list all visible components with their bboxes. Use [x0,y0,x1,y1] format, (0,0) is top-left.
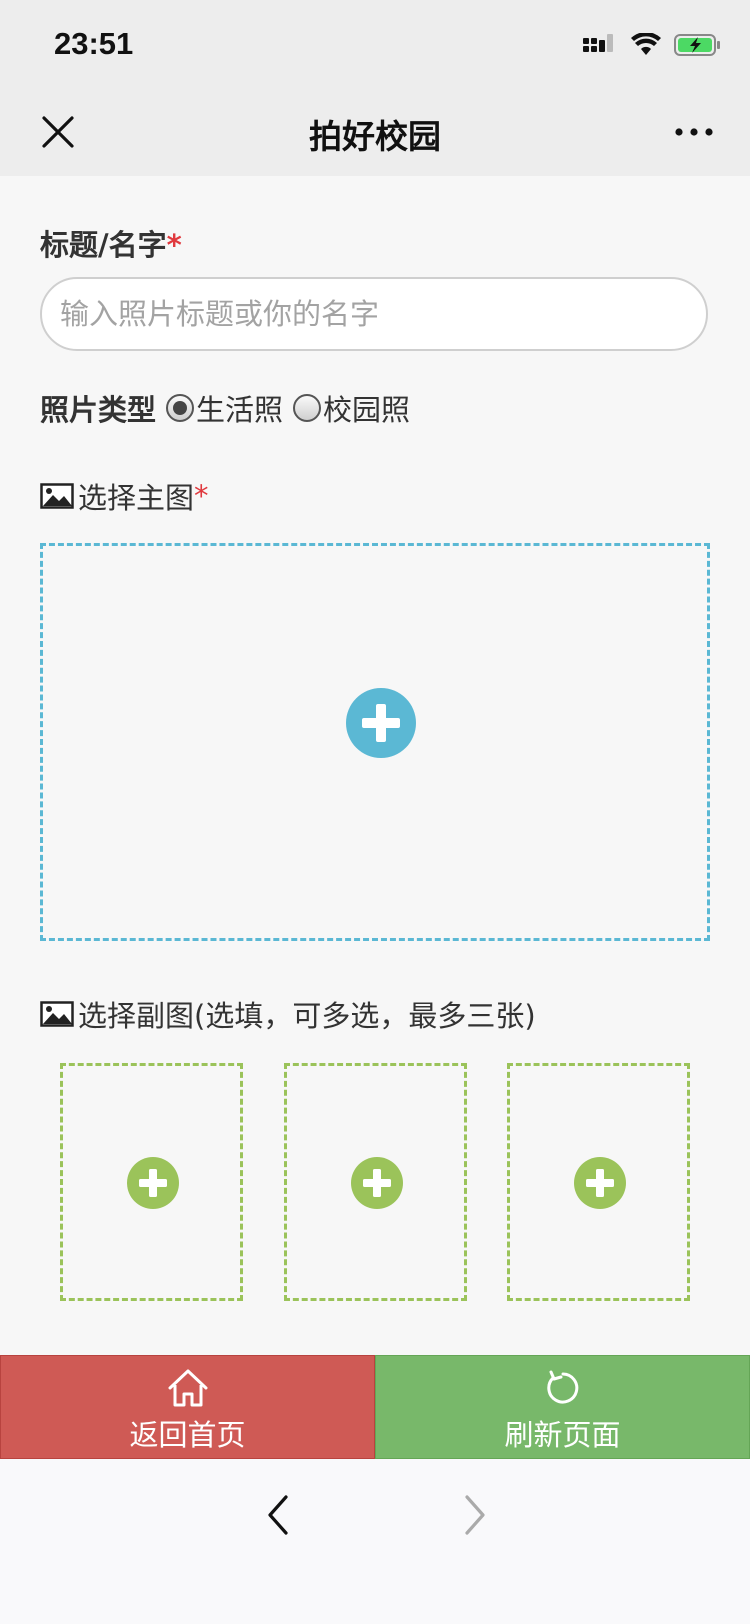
radio-campus-label: 校园照 [323,393,411,427]
main-image-label: 选择主图 * [40,475,209,517]
page-title: 拍好校园 [309,117,441,156]
image-icon [40,483,74,509]
forward-icon [465,1495,485,1535]
image-icon [40,1001,74,1027]
required-mark: * [194,479,209,513]
radio-checked-icon [166,394,195,422]
wifi-icon [631,33,661,55]
photo-type-row: 照片类型 生活照 校园照 [40,383,420,433]
nav-bar: 拍好校园 [0,90,750,176]
home-icon [168,1369,207,1407]
title-input[interactable] [40,277,708,351]
main-image-upload[interactable] [40,543,710,941]
status-time: 23:51 [54,26,134,61]
signal-icon [583,34,613,52]
refresh-icon [546,1370,578,1404]
sub-image-label-text: 选择副图(选填，可多选，最多三张) [78,999,536,1033]
home-button-label: 返回首页 [129,1418,246,1452]
back-icon[interactable] [258,1487,298,1543]
add-icon [574,1157,626,1209]
add-icon [127,1157,179,1209]
photo-type-label: 照片类型 [40,393,157,427]
refresh-button-label: 刷新页面 [504,1418,621,1452]
main-image-label-text: 选择主图 [78,481,195,515]
radio-life-label: 生活照 [196,393,284,427]
radio-life-photo[interactable]: 生活照 [166,387,283,429]
sub-image-upload-2[interactable] [284,1063,467,1301]
more-icon[interactable] [672,114,716,150]
status-icons [582,30,722,60]
battery-charging-icon [674,34,720,56]
sub-image-label: 选择副图(选填，可多选，最多三张) [40,993,536,1035]
add-icon [351,1157,403,1209]
radio-campus-photo[interactable]: 校园照 [293,387,410,429]
radio-unchecked-icon [293,394,322,422]
sub-image-upload-1[interactable] [60,1063,243,1301]
action-bar: 返回首页 刷新页面 [0,1355,750,1459]
browser-nav-bar [0,1459,750,1624]
status-bar: 23:51 [0,0,750,90]
refresh-button[interactable]: 刷新页面 [375,1355,750,1459]
required-mark: * [166,228,182,262]
add-icon [346,688,416,758]
sub-image-upload-3[interactable] [507,1063,690,1301]
title-label-text: 标题/名字 [40,228,167,262]
home-button[interactable]: 返回首页 [0,1355,375,1459]
title-label: 标题/名字* [40,222,182,264]
